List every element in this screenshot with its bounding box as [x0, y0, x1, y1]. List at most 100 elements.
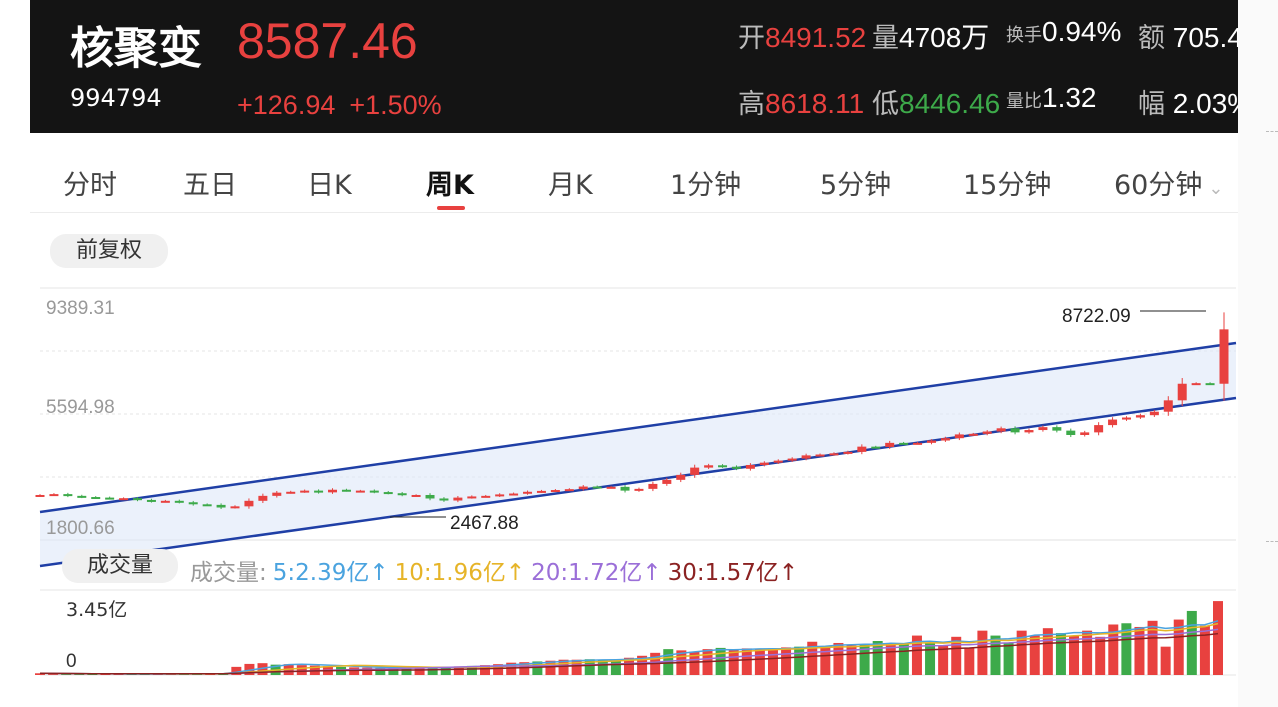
candle	[286, 491, 296, 494]
candle	[926, 440, 936, 443]
candle	[1052, 427, 1062, 431]
candle	[871, 446, 881, 449]
candle	[1177, 383, 1187, 401]
volume-bar	[781, 647, 792, 675]
candle	[453, 497, 463, 501]
candle	[815, 454, 825, 457]
edge-dash	[1266, 131, 1278, 132]
volume-tick-max: 3.45亿	[66, 599, 127, 621]
candle	[49, 494, 59, 497]
volume-bar	[610, 659, 621, 675]
volume-tick-zero: 0	[66, 651, 77, 672]
edge-dash	[1266, 541, 1278, 542]
candle	[801, 455, 811, 459]
candle	[857, 446, 867, 452]
candle	[91, 497, 101, 500]
candle	[662, 479, 672, 484]
volume-bar	[754, 649, 765, 675]
candle	[536, 490, 546, 493]
kline-chart: 9389.31 5594.98 1800.66 8722.09 2467.88 …	[35, 287, 1237, 676]
volume-legend: 成交量: 5:2.39亿↑ 10:1.96亿↑ 20:1.72亿↑ 30:1.57亿↑	[190, 553, 804, 587]
volume-bar	[794, 646, 805, 675]
min-price-label: 2467.88	[450, 513, 519, 534]
candle	[829, 453, 839, 456]
candle	[369, 490, 379, 493]
candle	[77, 495, 87, 498]
volume-bar	[990, 635, 1001, 675]
candle	[773, 460, 783, 463]
candle	[105, 497, 115, 500]
candle	[1121, 417, 1131, 420]
candle	[954, 434, 964, 439]
candle	[1205, 383, 1215, 386]
candle	[885, 442, 895, 447]
candle	[439, 498, 449, 501]
candle	[272, 492, 282, 496]
candle	[328, 489, 338, 493]
y-tick-bottom: 1800.66	[46, 518, 115, 539]
candle	[509, 493, 519, 496]
volume-bar	[1160, 646, 1171, 675]
volume-bar	[1186, 610, 1197, 675]
right-edge-margin	[1238, 0, 1278, 707]
candle	[759, 462, 769, 465]
volume-ma30: 30:1.57亿↑	[667, 560, 799, 586]
candle	[133, 498, 143, 501]
volume-bar	[427, 667, 438, 675]
candle	[1024, 430, 1034, 433]
volume-bar	[964, 647, 975, 675]
volume-ma5: 5:2.39亿↑	[272, 560, 389, 586]
volume-indicator-button[interactable]: 成交量	[62, 549, 178, 583]
candle	[425, 494, 435, 499]
stock-detail-screen: 核聚变 994794 8587.46 +126.94 +1.50% 开8491.5…	[30, 0, 1238, 707]
candle	[620, 486, 630, 491]
candle	[899, 442, 909, 445]
volume-bar	[1003, 642, 1014, 675]
candle	[523, 491, 533, 494]
volume-bar	[1134, 626, 1145, 675]
candle	[996, 428, 1006, 432]
candle	[1094, 425, 1104, 433]
candle	[467, 496, 477, 499]
candle	[146, 499, 156, 502]
volume-bar	[1082, 630, 1093, 675]
candle	[704, 465, 714, 468]
candle	[35, 494, 45, 497]
candle	[202, 504, 212, 507]
candle	[648, 483, 658, 489]
candle	[230, 506, 240, 509]
candle	[1163, 400, 1173, 412]
candle	[1038, 427, 1048, 431]
candle	[1191, 383, 1201, 386]
candle	[160, 500, 170, 503]
volume-bar	[1213, 601, 1223, 675]
candle	[174, 500, 184, 503]
volume-bar	[741, 648, 752, 675]
volume-bar	[767, 648, 778, 675]
candle	[787, 458, 797, 461]
candle	[913, 442, 923, 445]
volume-bar	[349, 667, 360, 675]
candle	[718, 465, 728, 468]
candle	[300, 490, 310, 493]
candle	[550, 490, 560, 493]
candle	[676, 474, 686, 480]
volume-ma20: 20:1.72亿↑	[531, 560, 662, 586]
candle	[314, 490, 324, 493]
volume-ma10: 10:1.96亿↑	[394, 560, 526, 586]
volume-bar	[597, 660, 608, 675]
candle	[244, 500, 254, 507]
candle	[481, 495, 491, 498]
candle	[690, 467, 700, 475]
trend-channel-fill	[40, 343, 1236, 566]
volume-bar	[728, 649, 739, 675]
candle	[397, 493, 407, 496]
volume-bar	[898, 644, 909, 675]
candle	[119, 498, 129, 501]
volume-bar	[1095, 636, 1106, 675]
max-price-label: 8722.09	[1062, 306, 1131, 327]
candle	[606, 486, 616, 489]
volume-legend-title: 成交量:	[190, 560, 267, 586]
channel-lower-line[interactable]	[39, 396, 1237, 568]
candle	[188, 502, 198, 505]
